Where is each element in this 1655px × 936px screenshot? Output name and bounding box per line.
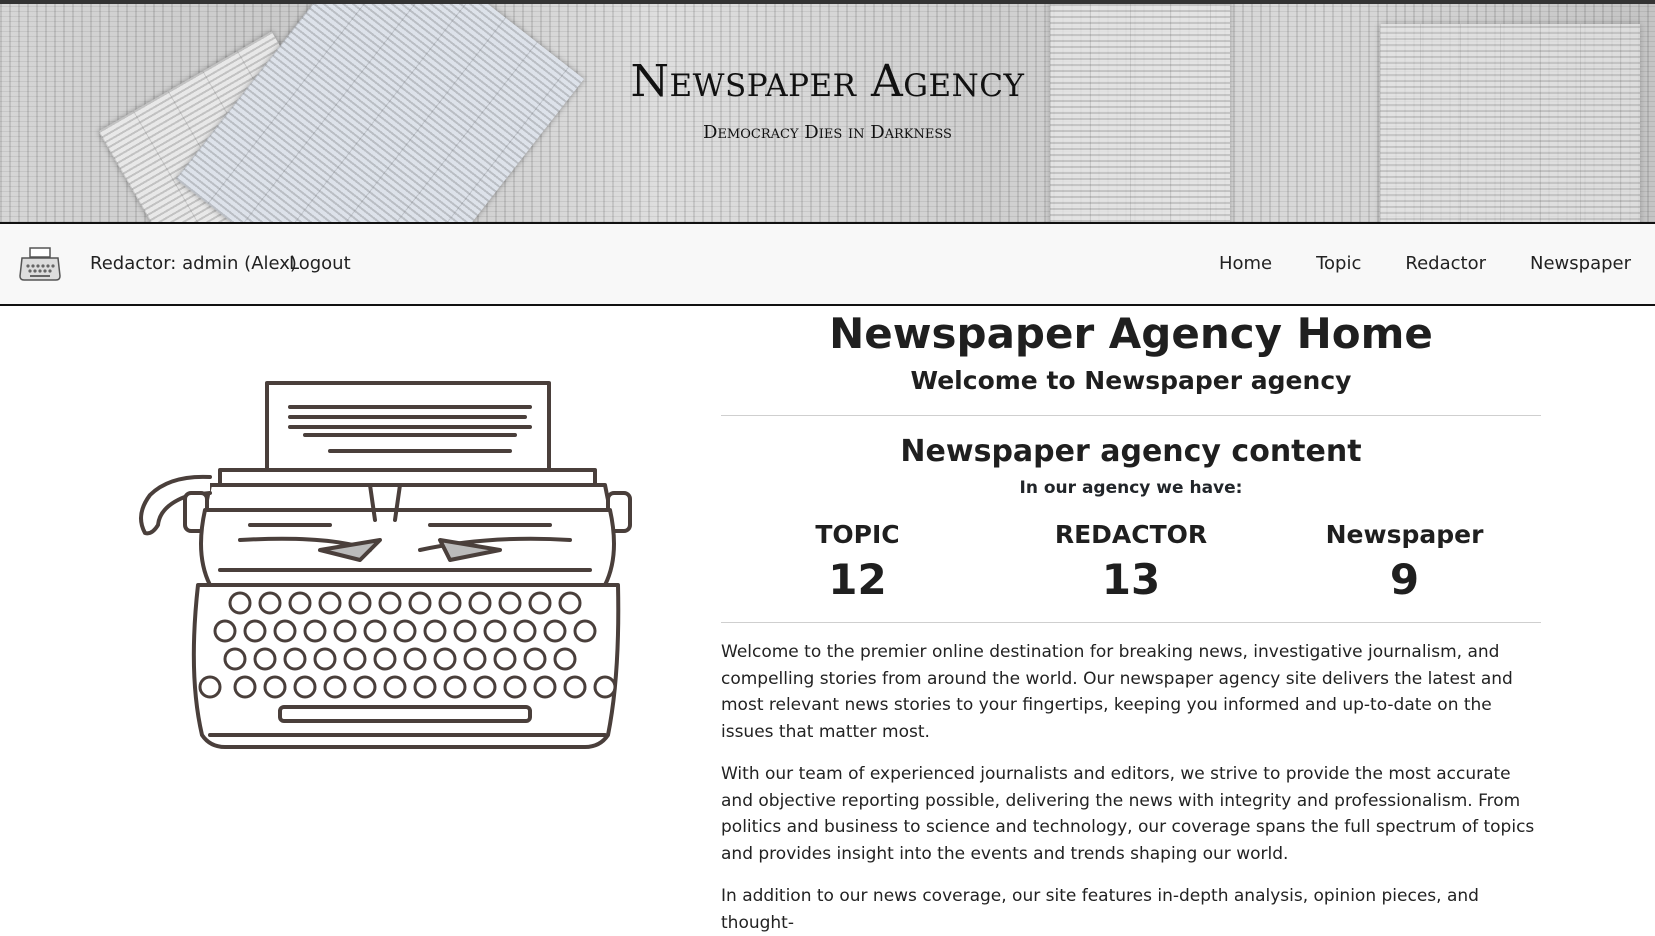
- stat-value: 12: [828, 555, 887, 604]
- stat-value: 9: [1389, 555, 1420, 604]
- content-heading: Newspaper agency content: [900, 434, 1362, 469]
- site-title: Newspaper Agency: [630, 56, 1025, 107]
- banner-newspaper-image: [1050, 4, 1230, 222]
- stat-label: REDACTOR: [1054, 520, 1208, 549]
- stats-row: TOPIC 12 REDACTOR 13 Newspaper 9: [721, 518, 1541, 608]
- current-user-label: Redactor: admin (Alex): [90, 253, 297, 274]
- banner-newspaper-image: [175, 4, 585, 222]
- nav-link-redactor[interactable]: Redactor: [1405, 253, 1486, 274]
- team-paragraph: With our team of experienced journalists…: [721, 764, 1535, 864]
- logout-link[interactable]: Logout: [289, 253, 351, 274]
- welcome-heading: Welcome to Newspaper agency: [910, 366, 1352, 395]
- typewriter-icon[interactable]: [18, 246, 62, 282]
- nav-link-newspaper[interactable]: Newspaper: [1530, 253, 1631, 274]
- stat-newspaper: Newspaper 9: [1268, 518, 1541, 608]
- stat-label: Newspaper: [1325, 520, 1484, 549]
- nav-links: Home Topic Redactor Newspaper: [1219, 253, 1631, 274]
- stat-value: 13: [1101, 555, 1161, 604]
- stats-intro: In our agency we have:: [1019, 478, 1243, 498]
- divider: [721, 415, 1541, 416]
- main-content: Newspaper Agency Home Welcome to Newspap…: [721, 306, 1541, 936]
- stat-label: TOPIC: [815, 520, 900, 549]
- nav-link-home[interactable]: Home: [1219, 253, 1272, 274]
- features-paragraph: In addition to our news coverage, our si…: [721, 886, 1479, 933]
- typewriter-illustration: [139, 381, 632, 749]
- nav-link-topic[interactable]: Topic: [1316, 253, 1361, 274]
- header-banner: Newspaper Agency Democracy Dies in Darkn…: [0, 0, 1655, 224]
- navbar: Redactor: admin (Alex) Logout Home Topic…: [0, 224, 1655, 306]
- page-title: Newspaper Agency Home: [829, 309, 1433, 358]
- intro-paragraph: Welcome to the premier online destinatio…: [721, 642, 1513, 742]
- stat-topic: TOPIC 12: [721, 518, 994, 608]
- site-tagline: Democracy Dies in Darkness: [703, 122, 952, 143]
- divider: [721, 622, 1541, 623]
- stat-redactor: REDACTOR 13: [995, 518, 1268, 608]
